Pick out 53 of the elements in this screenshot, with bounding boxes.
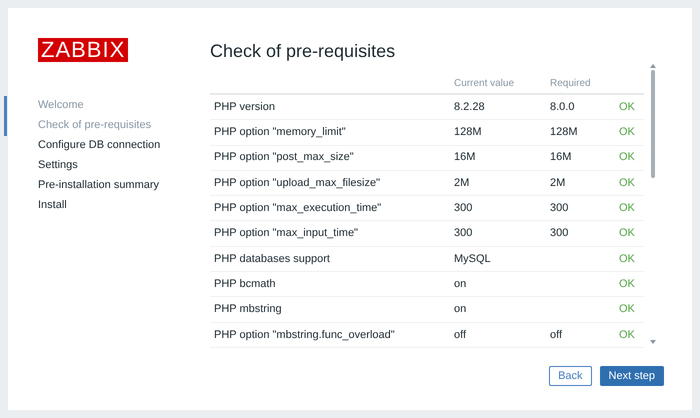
table-cell: PHP option "upload_max_filesize" xyxy=(214,176,380,189)
table-cell: 16M xyxy=(454,151,476,164)
table-cell: 16M xyxy=(550,151,572,164)
step-item: Install xyxy=(37,198,68,213)
table-cell: PHP option "max_execution_time" xyxy=(214,202,382,214)
table-cell: PHP option "post_max_size" xyxy=(214,151,354,164)
table-cell: on xyxy=(454,303,466,316)
table-cell: PHP option "memory_limit" xyxy=(214,126,346,138)
column-header: Current value xyxy=(454,76,516,90)
status-cell-text: OK xyxy=(619,150,635,166)
status-cell-text: OK xyxy=(619,302,635,318)
table-cell: 8.0.0 xyxy=(550,100,574,113)
table-cell: 2M xyxy=(454,176,470,189)
next-step-button[interactable]: Next step xyxy=(600,366,664,386)
status-cell-text: OK xyxy=(619,176,635,191)
table-cell: 128M xyxy=(550,126,578,138)
table-cell: 300 xyxy=(454,202,472,214)
status-cell-text: OK xyxy=(619,252,635,267)
table-cell: PHP databases support xyxy=(214,252,330,265)
table-cell: 300 xyxy=(454,227,472,240)
table-cell: PHP option "max_input_time" xyxy=(214,227,358,240)
scroll-down-icon[interactable] xyxy=(650,340,656,345)
zabbix-logo: ZABBIX xyxy=(38,38,128,62)
table-cell: off xyxy=(454,328,466,341)
table-cell: 300 xyxy=(550,202,568,214)
progress-indicator xyxy=(4,96,7,136)
status-cell-text: OK xyxy=(619,201,635,216)
status-cell-text: OK xyxy=(619,100,635,115)
status-cell-text: OK xyxy=(619,276,635,292)
status-cell-text: OK xyxy=(619,125,635,140)
table-cell: 8.2.28 xyxy=(454,100,485,113)
scroll-up-icon[interactable] xyxy=(650,63,656,68)
step-item: Check of pre-requisites xyxy=(37,118,152,133)
table-cell: off xyxy=(550,328,562,341)
table-cell: PHP version xyxy=(214,100,275,113)
column-header: Required xyxy=(550,76,591,90)
step-item: Settings xyxy=(37,158,79,173)
status-cell-text: OK xyxy=(619,328,635,343)
step-item: Configure DB connection xyxy=(37,138,162,153)
step-item: Pre-installation summary xyxy=(37,178,160,193)
scrollbar[interactable] xyxy=(650,63,656,345)
back-button[interactable]: Back xyxy=(549,366,592,386)
table-cell: MySQL xyxy=(454,252,491,265)
page-title: Check of pre-requisites xyxy=(209,41,396,61)
table-cell: 300 xyxy=(550,227,568,240)
status-cell-text: OK xyxy=(619,226,635,242)
table-cell: PHP option "mbstring.func_overload" xyxy=(214,328,395,341)
table-cell: 2M xyxy=(550,176,566,189)
table-cell: PHP mbstring xyxy=(214,303,282,316)
table-cell: on xyxy=(454,278,466,290)
step-item: Welcome xyxy=(37,98,85,113)
table-cell: PHP bcmath xyxy=(214,278,276,290)
table-cell: 128M xyxy=(454,126,482,138)
